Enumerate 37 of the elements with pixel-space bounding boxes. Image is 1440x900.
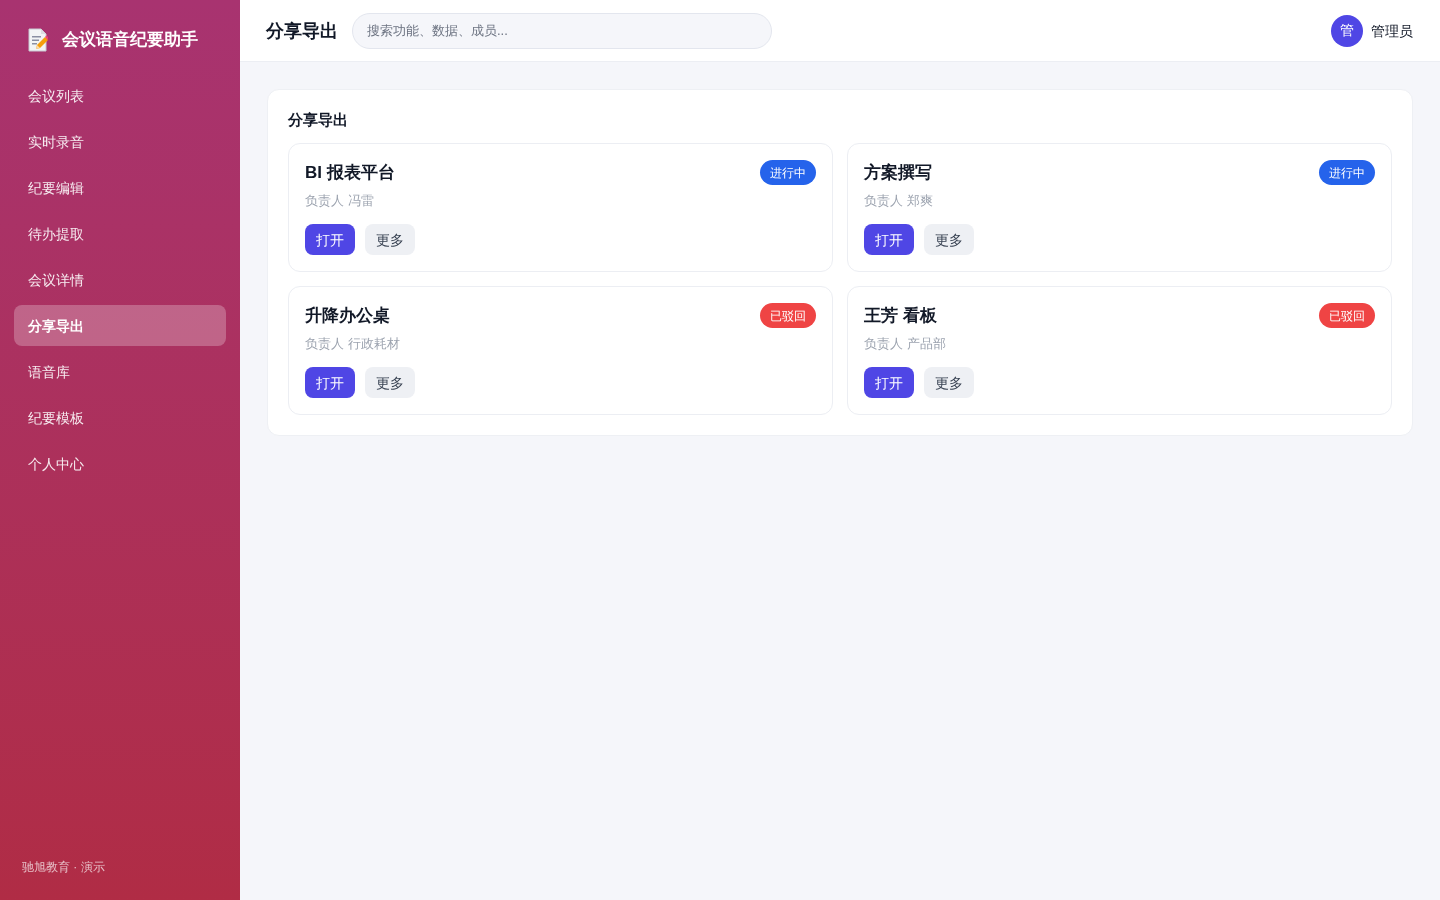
status-badge: 进行中	[760, 160, 816, 185]
card-title: 升降办公桌	[305, 305, 390, 327]
open-button[interactable]: 打开	[305, 224, 355, 255]
card-title: 王芳 看板	[864, 305, 937, 327]
open-button[interactable]: 打开	[305, 367, 355, 398]
more-button[interactable]: 更多	[924, 367, 974, 398]
app-title: 会议语音纪要助手	[62, 29, 198, 51]
owner-text: 负责人 郑爽	[864, 192, 934, 210]
nav-item[interactable]: 会议列表	[14, 75, 226, 116]
status-badge: 已驳回	[1319, 303, 1375, 328]
status-badge: 已驳回	[760, 303, 816, 328]
status-badge: 进行中	[1319, 160, 1375, 185]
nav-item[interactable]: 分享导出	[14, 305, 226, 346]
owner-text: 负责人 冯雷	[305, 192, 375, 210]
nav-item[interactable]: 语音库	[14, 351, 226, 392]
nav-item[interactable]: 待办提取	[14, 213, 226, 254]
owner-text: 负责人 行政耗材	[305, 335, 401, 353]
memo-pencil-icon	[28, 28, 48, 52]
owner-text: 负责人 产品部	[864, 335, 947, 353]
search-field[interactable]: 搜索功能、数据、成员...	[352, 12, 772, 49]
card-title: 方案撰写	[864, 162, 932, 184]
open-button[interactable]: 打开	[864, 224, 914, 255]
page-title: 分享导出	[266, 19, 338, 43]
nav-item[interactable]: 会议详情	[14, 259, 226, 300]
user-name: 管理员	[1371, 21, 1413, 41]
nav-item[interactable]: 纪要编辑	[14, 167, 226, 208]
open-button[interactable]: 打开	[864, 367, 914, 398]
card-title: BI 报表平台	[305, 162, 395, 184]
panel-title: 分享导出	[288, 110, 349, 130]
more-button[interactable]: 更多	[365, 367, 415, 398]
user-avatar[interactable]: 管	[1331, 14, 1363, 47]
more-button[interactable]: 更多	[924, 224, 974, 255]
footer-text: 驰旭教育 · 演示	[22, 860, 105, 874]
nav-item[interactable]: 个人中心	[14, 443, 226, 484]
nav-item[interactable]: 实时录音	[14, 121, 226, 162]
nav-item[interactable]: 纪要模板	[14, 397, 226, 438]
more-button[interactable]: 更多	[365, 224, 415, 255]
